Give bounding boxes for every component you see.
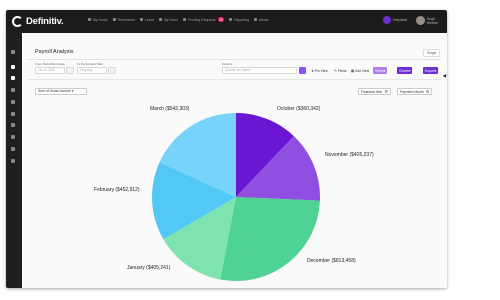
slice-label: December ($813,458) [307, 258, 356, 264]
slice-label: March ($542,303) [150, 106, 190, 112]
pie-slice[interactable] [220, 197, 320, 281]
slice-label: January ($405,241) [127, 265, 171, 271]
slice-label: February ($452,912) [94, 187, 140, 193]
slice-label: November ($405,237) [325, 152, 374, 158]
pie-chart: October ($360,342) November ($405,237) Dec… [94, 106, 374, 281]
slice-label: October ($360,342) [277, 106, 321, 112]
